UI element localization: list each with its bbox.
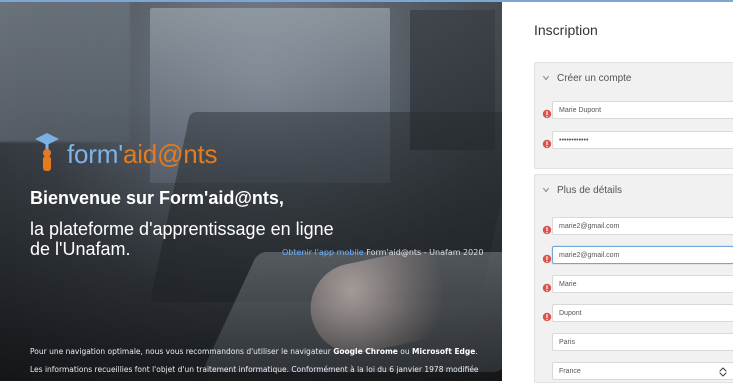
section-more-details-title: Plus de détails xyxy=(557,184,623,196)
required-icon xyxy=(542,134,552,149)
browser-recommendation-or: ou xyxy=(400,347,410,356)
copyright-text: Form'aid@nts - Unafam 2020 xyxy=(366,248,484,257)
platform-subtitle-line-1: la plateforme d'apprentissage en ligne xyxy=(30,219,334,239)
hero-panel: form'aid@nts Bienvenue sur Form'aid@nts,… xyxy=(0,2,502,381)
country-select[interactable]: France xyxy=(552,362,733,380)
get-mobile-app-link[interactable]: Obtenir l'app mobile xyxy=(282,248,364,257)
platform-subtitle-line-2: de l'Unafam. xyxy=(30,239,131,259)
registration-title: Inscription xyxy=(534,22,598,38)
field-row: •••••••••••• xyxy=(535,129,733,151)
section-create-account-header[interactable]: Créer un compte xyxy=(535,63,733,93)
hero-background-window xyxy=(0,2,130,142)
section-create-account: Créer un compte Marie Dupont •••••••••••… xyxy=(534,62,733,169)
fullname-input[interactable]: Marie Dupont xyxy=(552,101,733,119)
field-row: Paris xyxy=(535,331,733,353)
logo-text: form'aid@nts xyxy=(67,139,218,170)
chevron-down-icon xyxy=(541,185,551,195)
logo-text-accent: aid@nts xyxy=(122,139,218,169)
field-row: Dupont xyxy=(535,302,733,324)
required-icon xyxy=(542,249,552,264)
section-create-account-title: Créer un compte xyxy=(557,72,632,84)
page: form'aid@nts Bienvenue sur Form'aid@nts,… xyxy=(0,0,733,383)
country-select-value: France xyxy=(559,368,581,375)
field-row: marie2@gmail.com xyxy=(535,244,733,266)
section-more-details-header[interactable]: Plus de détails xyxy=(535,175,733,205)
required-icon xyxy=(542,104,552,119)
required-icon xyxy=(542,307,552,322)
email-confirm-input[interactable]: marie2@gmail.com xyxy=(552,246,733,264)
first-name-input[interactable]: Marie xyxy=(552,275,733,293)
field-row: Marie xyxy=(535,273,733,295)
browser-recommendation-prefix: Pour une navigation optimale, nous vous … xyxy=(30,347,331,356)
browser-google-chrome: Google Chrome xyxy=(333,347,398,356)
legal-notice: Les informations recueillies font l'obje… xyxy=(30,365,479,374)
password-input[interactable]: •••••••••••• xyxy=(552,131,733,149)
field-row: France xyxy=(535,360,733,382)
browser-recommendation: Pour une navigation optimale, nous vous … xyxy=(30,347,478,356)
field-row: Marie Dupont xyxy=(535,99,733,121)
chevron-down-icon xyxy=(541,73,551,83)
browser-recommendation-suffix: . xyxy=(475,347,478,356)
email-input[interactable]: marie2@gmail.com xyxy=(552,217,733,235)
city-input[interactable]: Paris xyxy=(552,333,733,351)
last-name-input[interactable]: Dupont xyxy=(552,304,733,322)
logo-text-prefix: form' xyxy=(67,139,123,169)
section-more-details: Plus de détails marie2@gmail.com marie2@… xyxy=(534,174,733,383)
app-and-copyright-row: Obtenir l'app mobile Form'aid@nts - Unaf… xyxy=(282,248,483,257)
registration-panel: Inscription Créer un compte Marie Dupont… xyxy=(502,2,733,383)
select-arrow-icon xyxy=(719,367,727,377)
required-icon xyxy=(542,220,552,235)
welcome-heading: Bienvenue sur Form'aid@nts, xyxy=(30,188,284,208)
browser-microsoft-edge: Microsoft Edge xyxy=(412,347,476,356)
formaidants-logo: form'aid@nts xyxy=(33,127,218,175)
field-row: marie2@gmail.com xyxy=(535,215,733,237)
graduation-cap-person-icon xyxy=(35,133,59,171)
required-icon xyxy=(542,278,552,293)
